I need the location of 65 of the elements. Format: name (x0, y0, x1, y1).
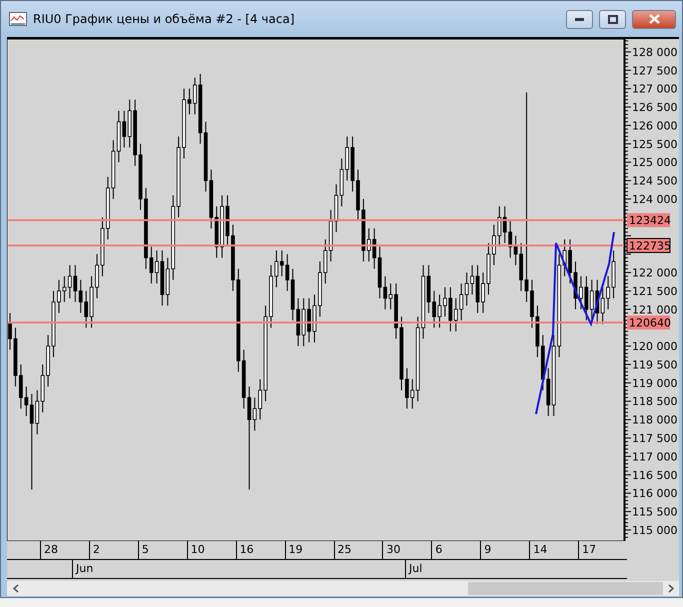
chevron-right-icon (668, 584, 674, 593)
candle (443, 286, 447, 318)
candle (530, 279, 534, 328)
axis-label: 116 000 (632, 487, 677, 500)
axis-label: 115 500 (632, 506, 677, 519)
axis-label: 128 000 (632, 46, 677, 59)
candle (226, 194, 230, 248)
date-label: 28 (40, 541, 89, 559)
level-label: 122735 (629, 240, 671, 252)
axis-label: 126 000 (632, 119, 677, 132)
trend-line[interactable] (535, 232, 615, 414)
date-label: 17 (578, 541, 628, 559)
axis-label: 117 500 (632, 432, 677, 446)
level-line[interactable] (8, 322, 624, 324)
date-label: 6 (431, 541, 480, 559)
candle (182, 88, 186, 160)
level-label: 123424 (629, 214, 671, 228)
maximize-button[interactable] (599, 10, 626, 28)
scrollbar-thumb[interactable] (468, 582, 663, 595)
minimize-button[interactable] (566, 10, 593, 28)
axis-label: 125 500 (632, 138, 677, 151)
candle (269, 264, 273, 328)
axis-label: 120 000 (632, 340, 677, 354)
minimize-icon (575, 18, 584, 20)
axis-label: 115 000 (632, 524, 677, 537)
date-label: 25 (334, 541, 382, 559)
axis-label: 127 500 (632, 64, 677, 78)
candle (312, 294, 316, 343)
chevron-left-icon (12, 584, 18, 593)
date-label: 10 (186, 541, 236, 559)
axis-label: 116 500 (632, 468, 677, 482)
candle (574, 261, 578, 310)
candle (95, 254, 99, 299)
axis-label: 118 000 (632, 414, 677, 427)
axis-label: 117 000 (632, 450, 677, 464)
month-label: Jun (72, 560, 405, 578)
close-icon (648, 14, 660, 24)
axis-label: 119 500 (632, 358, 677, 372)
date-label: 5 (138, 541, 187, 559)
date-label: 19 (284, 541, 334, 559)
level-label: 120640 (629, 316, 671, 330)
date-label: 16 (236, 541, 285, 559)
date-label: 14 (529, 541, 578, 559)
axis-label: 125 000 (632, 156, 677, 170)
axis-label: 121 500 (632, 284, 677, 298)
date-label: 2 (88, 541, 138, 559)
axis-label: 124 000 (632, 192, 677, 206)
window-title: RIU0 График цены и объёма #2 - [4 часа] (33, 12, 296, 26)
candle (52, 290, 56, 358)
maximize-icon (608, 14, 618, 24)
axis-label: 124 500 (632, 174, 677, 188)
axis-label: 118 500 (632, 395, 677, 408)
axis-label: 126 500 (632, 101, 677, 114)
axis-label: 119 000 (632, 376, 677, 390)
close-button[interactable] (632, 10, 676, 28)
candle (486, 242, 490, 296)
axis-label: 127 000 (632, 82, 677, 96)
date-label: 30 (382, 541, 432, 559)
month-label: Jul (405, 560, 627, 578)
candle (138, 143, 142, 210)
date-label: 9 (480, 541, 530, 559)
axis-label: 121 000 (632, 303, 677, 316)
candle (356, 169, 360, 222)
axis-label: 122 000 (632, 266, 677, 280)
chart-icon (9, 12, 27, 26)
